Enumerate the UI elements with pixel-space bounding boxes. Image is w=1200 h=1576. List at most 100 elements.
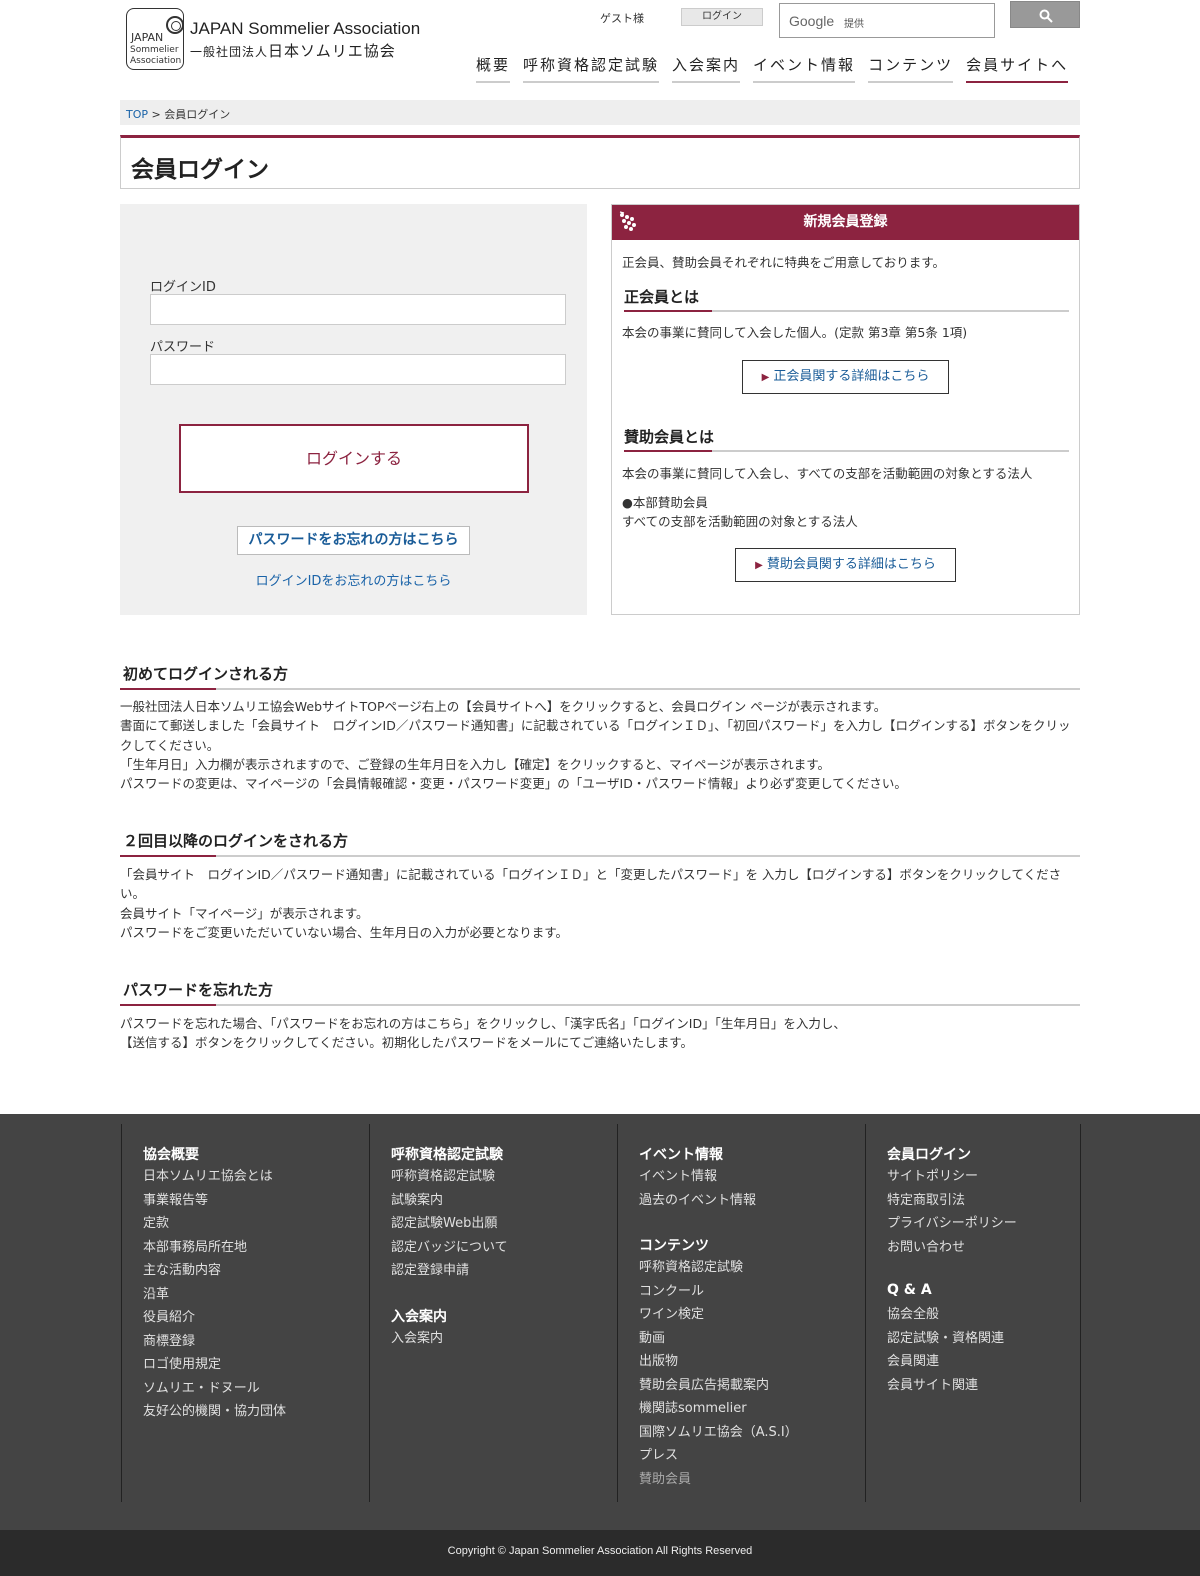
hq-supporting-text: すべての支部を活動範囲の対象とする法人 bbox=[622, 514, 858, 529]
footer-link[interactable]: ロゴ使用規定 bbox=[143, 1354, 368, 1378]
nav-membership[interactable]: 入会案内 bbox=[672, 54, 741, 83]
site-search-input[interactable]: Google 提供 bbox=[779, 3, 995, 38]
forgot-password-button[interactable]: パスワードをお忘れの方はこちら bbox=[237, 526, 470, 555]
logo-ring-icon bbox=[166, 16, 184, 34]
subsequent-login-heading: ２回目以降のログインをされる方 bbox=[120, 830, 1080, 857]
logo-badge-line2: Sommelier bbox=[130, 45, 179, 55]
footer-link[interactable]: 沿革 bbox=[143, 1284, 368, 1308]
nav-events[interactable]: イベント情報 bbox=[753, 54, 856, 83]
register-header: 新規会員登録 bbox=[612, 205, 1079, 240]
footer-link[interactable]: プレス bbox=[639, 1445, 864, 1469]
breadcrumb-top-link[interactable]: TOP bbox=[126, 108, 148, 121]
first-login-heading: 初めてログインされる方 bbox=[120, 663, 1080, 690]
footer-link[interactable]: ソムリエ・ドヌール bbox=[143, 1378, 368, 1402]
site-logo[interactable]: JAPAN Sommelier Association JAPAN Sommel… bbox=[126, 8, 426, 70]
footer-link[interactable]: 主な活動内容 bbox=[143, 1260, 368, 1284]
site-footer: 協会概要 日本ソムリエ協会とは 事業報告等 定款 本部事務局所在地 主な活動内容… bbox=[0, 1114, 1200, 1530]
footer-link[interactable]: イベント情報 bbox=[639, 1166, 864, 1190]
footer-link[interactable]: 特定商取引法 bbox=[887, 1190, 1080, 1214]
first-login-body: 一般社団法人日本ソムリエ協会WebサイトTOPページ右上の【会員サイトへ】をクリ… bbox=[120, 697, 1082, 793]
footer-link[interactable]: 認定バッジについて bbox=[391, 1237, 616, 1261]
footer-link[interactable]: 認定試験Web出願 bbox=[391, 1213, 616, 1237]
login-id-input[interactable] bbox=[150, 294, 566, 325]
footer-link[interactable]: 国際ソムリエ協会（A.S.I） bbox=[639, 1422, 864, 1446]
site-header: JAPAN Sommelier Association JAPAN Sommel… bbox=[0, 0, 1200, 90]
footer-link[interactable]: 本部事務局所在地 bbox=[143, 1237, 368, 1261]
footer-link[interactable]: ワイン検定 bbox=[639, 1304, 864, 1328]
footer-link[interactable]: 試験案内 bbox=[391, 1190, 616, 1214]
search-button[interactable] bbox=[1010, 1, 1080, 28]
footer-link[interactable]: 動画 bbox=[639, 1328, 864, 1352]
regular-member-detail-label: 正会員関する詳細はこちら bbox=[773, 369, 930, 384]
footer-link[interactable]: 賛助会員 bbox=[639, 1469, 864, 1493]
register-title: 新規会員登録 bbox=[803, 214, 888, 230]
register-panel: 新規会員登録 正会員、賛助会員それぞれに特典をご用意しております。 正会員とは … bbox=[611, 204, 1080, 615]
heading-accent-bar bbox=[624, 310, 712, 312]
nav-contents[interactable]: コンテンツ bbox=[868, 54, 954, 83]
heading-accent-bar bbox=[624, 450, 712, 452]
footer-link[interactable]: 賛助会員広告掲載案内 bbox=[639, 1375, 864, 1399]
footer-link[interactable]: 会員関連 bbox=[887, 1351, 1080, 1375]
footer-link[interactable]: 入会案内 bbox=[391, 1328, 616, 1352]
triangle-right-icon: ▶ bbox=[761, 372, 770, 383]
regular-member-heading: 正会員とは bbox=[624, 286, 1069, 312]
heading-accent-bar bbox=[120, 688, 216, 690]
page-title: 会員ログイン bbox=[120, 135, 1080, 189]
footer-link[interactable]: 定款 bbox=[143, 1213, 368, 1237]
forgot-password-heading-text: パスワードを忘れた方 bbox=[123, 981, 274, 999]
supporting-member-heading: 賛助会員とは bbox=[624, 426, 1069, 452]
footer-link[interactable]: 認定試験・資格関連 bbox=[887, 1328, 1080, 1352]
footer-heading: コンテンツ bbox=[639, 1238, 709, 1254]
nav-certification[interactable]: 呼称資格認定試験 bbox=[523, 54, 660, 83]
first-login-line: パスワードの変更は、マイページの「会員情報確認・変更・パスワード変更」の「ユーザ… bbox=[120, 776, 907, 792]
footer-link[interactable]: 認定登録申請 bbox=[391, 1260, 616, 1284]
footer-link[interactable]: 会員サイト関連 bbox=[887, 1375, 1080, 1399]
search-provided-label: 提供 bbox=[844, 19, 864, 30]
logo-jp-prefix: 一般社団法人 bbox=[190, 45, 269, 59]
search-brand: Google bbox=[789, 13, 835, 29]
footer-link[interactable]: 商標登録 bbox=[143, 1331, 368, 1355]
logo-jp-main: 日本ソムリエ協会 bbox=[268, 42, 396, 60]
footer-heading: Q & A bbox=[887, 1282, 932, 1298]
footer-link[interactable]: 友好公的機関・協力団体 bbox=[143, 1401, 368, 1425]
supporting-member-detail-button[interactable]: ▶ 賛助会員関する詳細はこちら bbox=[735, 548, 956, 582]
logo-badge-line3: Association bbox=[130, 56, 182, 66]
hq-supporting-title: ●本部賛助会員 bbox=[622, 495, 708, 510]
footer-heading: 協会概要 bbox=[143, 1147, 199, 1163]
footer-link[interactable]: 協会全般 bbox=[887, 1304, 1080, 1328]
footer-link[interactable]: 機関誌sommelier bbox=[639, 1398, 864, 1422]
footer-link[interactable]: プライバシーポリシー bbox=[887, 1213, 1080, 1237]
footer-link[interactable]: 出版物 bbox=[639, 1351, 864, 1375]
nav-overview[interactable]: 概要 bbox=[476, 54, 511, 83]
register-intro: 正会員、賛助会員それぞれに特典をご用意しております。 bbox=[622, 255, 946, 270]
first-login-heading-text: 初めてログインされる方 bbox=[123, 665, 289, 683]
forgot-password-line: 【送信する】ボタンをクリックしてください。初期化したパスワードをメールにてご連絡… bbox=[120, 1035, 694, 1051]
guest-label: ゲスト様 bbox=[600, 12, 644, 25]
footer-col-about: 協会概要 日本ソムリエ協会とは 事業報告等 定款 本部事務局所在地 主な活動内容… bbox=[121, 1124, 368, 1502]
subsequent-login-heading-text: ２回目以降のログインをされる方 bbox=[123, 832, 349, 850]
footer-link[interactable]: お問い合わせ bbox=[887, 1237, 1080, 1261]
regular-member-detail-button[interactable]: ▶ 正会員関する詳細はこちら bbox=[742, 360, 949, 394]
footer-link[interactable]: コンクール bbox=[639, 1281, 864, 1305]
grape-icon bbox=[619, 211, 636, 231]
nav-member-site[interactable]: 会員サイトへ bbox=[966, 54, 1069, 83]
login-submit-button[interactable]: ログインする bbox=[179, 424, 529, 493]
footer-link[interactable]: 役員紹介 bbox=[143, 1307, 368, 1331]
forgot-id-link[interactable]: ログインIDをお忘れの方はこちら bbox=[120, 570, 587, 589]
logo-japanese-name: 一般社団法人日本ソムリエ協会 bbox=[190, 40, 396, 61]
header-login-button[interactable]: ログイン bbox=[681, 8, 763, 26]
footer-link[interactable]: 日本ソムリエ協会とは bbox=[143, 1166, 368, 1190]
footer-heading: 呼称資格認定試験 bbox=[391, 1147, 503, 1163]
supporting-member-heading-text: 賛助会員とは bbox=[624, 428, 715, 446]
footer-link[interactable]: 事業報告等 bbox=[143, 1190, 368, 1214]
footer-link[interactable]: 呼称資格認定試験 bbox=[639, 1257, 864, 1281]
footer-heading: イベント情報 bbox=[639, 1147, 723, 1163]
triangle-right-icon: ▶ bbox=[755, 560, 763, 571]
logo-english-name: JAPAN Sommelier Association bbox=[190, 19, 421, 38]
footer-link[interactable]: 過去のイベント情報 bbox=[639, 1190, 864, 1214]
first-login-line: 書面にて郵送しました「会員サイト ログインID／パスワード通知書」に記載されてい… bbox=[120, 718, 1071, 753]
password-input[interactable] bbox=[150, 354, 566, 385]
footer-heading[interactable]: 会員ログイン bbox=[887, 1144, 1080, 1166]
footer-link[interactable]: 呼称資格認定試験 bbox=[391, 1166, 616, 1190]
footer-link[interactable]: サイトポリシー bbox=[887, 1166, 1080, 1190]
